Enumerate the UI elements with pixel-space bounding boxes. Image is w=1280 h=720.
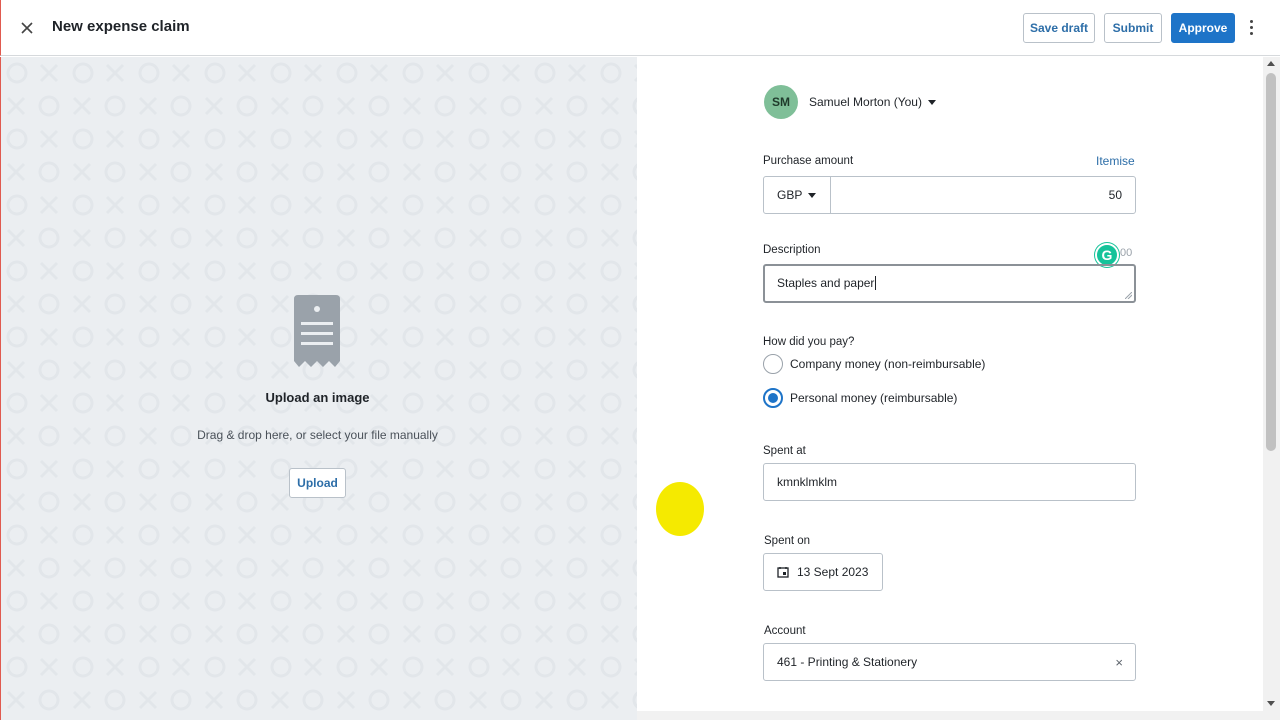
scrollbar-thumb[interactable]	[1266, 73, 1276, 451]
spent-at-value: kmnklmklm	[777, 475, 837, 489]
kebab-dot-icon	[1249, 25, 1253, 29]
chevron-down-icon	[927, 99, 936, 105]
claimant-name: Samuel Morton (You)	[809, 95, 922, 109]
currency-select[interactable]: GBP	[764, 177, 831, 213]
upload-instructions: Drag & drop here, or select your file ma…	[197, 428, 438, 442]
close-icon	[21, 22, 33, 34]
spent-on-value: 13 Sept 2023	[797, 565, 869, 579]
spent-on-label: Spent on	[764, 535, 811, 547]
clear-icon[interactable]: ×	[1115, 655, 1123, 670]
upload-title: Upload an image	[265, 390, 370, 405]
claimant-selector[interactable]: Samuel Morton (You)	[809, 95, 936, 109]
kebab-dot-icon	[1249, 19, 1253, 23]
top-bar: New expense claim Save draft Submit Appr…	[0, 0, 1280, 56]
spent-at-input[interactable]: kmnklmklm	[763, 463, 1136, 501]
payment-option-company[interactable]: Company money (non-reimbursable)	[763, 354, 985, 374]
account-value: 461 - Printing & Stationery	[777, 655, 918, 669]
submit-button[interactable]: Submit	[1104, 13, 1162, 43]
resize-handle-icon[interactable]	[1125, 292, 1132, 299]
page-title: New expense claim	[52, 18, 190, 35]
description-textarea[interactable]: Staples and paper	[763, 264, 1136, 303]
text-cursor	[875, 276, 877, 290]
spent-at-label: Spent at	[763, 445, 806, 457]
kebab-dot-icon	[1249, 31, 1253, 35]
purchase-amount-group: GBP	[763, 176, 1136, 214]
payment-option-personal[interactable]: Personal money (reimbursable)	[763, 388, 957, 408]
scroll-down-icon[interactable]	[1267, 701, 1275, 706]
payment-option-label: Company money (non-reimbursable)	[790, 357, 986, 371]
cursor-highlight	[656, 482, 704, 536]
itemise-link[interactable]: Itemise	[1096, 154, 1135, 168]
more-options-button[interactable]	[1244, 17, 1258, 37]
description-label: Description	[763, 244, 821, 256]
radio-button-selected[interactable]	[763, 388, 783, 408]
background-pattern	[1, 57, 637, 720]
upload-dropzone[interactable]: Upload an image Drag & drop here, or sel…	[0, 57, 637, 720]
horizontal-scrollbar[interactable]	[637, 711, 1263, 720]
account-label: Account	[764, 625, 806, 637]
vertical-scrollbar[interactable]	[1263, 57, 1280, 720]
expense-form: SM Samuel Morton (You) Purchase amount I…	[637, 57, 1263, 720]
description-char-counter: 00	[1120, 247, 1133, 259]
avatar: SM	[764, 85, 798, 119]
spent-on-date-picker[interactable]: 13 Sept 2023	[763, 553, 883, 591]
save-draft-button[interactable]: Save draft	[1023, 13, 1095, 43]
payment-option-label: Personal money (reimbursable)	[790, 391, 958, 405]
payment-method-label: How did you pay?	[763, 336, 855, 348]
description-text: Staples and paper	[777, 276, 875, 290]
approve-button[interactable]: Approve	[1171, 13, 1235, 43]
close-button[interactable]	[15, 16, 39, 40]
scroll-up-icon[interactable]	[1267, 61, 1275, 66]
receipt-icon	[294, 295, 340, 367]
purchase-amount-label: Purchase amount	[763, 155, 854, 167]
amount-input[interactable]	[831, 177, 1135, 213]
radio-button[interactable]	[763, 354, 783, 374]
currency-value: GBP	[777, 188, 803, 202]
calendar-icon	[777, 567, 789, 578]
account-select[interactable]: 461 - Printing & Stationery ×	[763, 643, 1136, 681]
upload-button[interactable]: Upload	[289, 468, 346, 498]
chevron-down-icon	[808, 192, 817, 198]
